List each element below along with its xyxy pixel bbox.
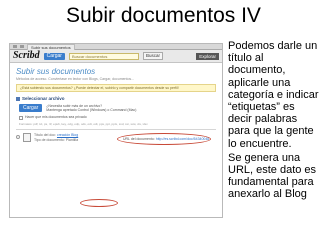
document-url: URL del documento: http://es.scribd.com/… bbox=[117, 133, 211, 145]
document-type-line: Tipo de documento: Plantilla bbox=[34, 138, 78, 143]
section-marker-icon bbox=[16, 97, 20, 101]
slide-paragraph: Podemos darle un título al documento, ap… bbox=[228, 40, 319, 150]
private-checkbox[interactable] bbox=[19, 115, 23, 120]
page-heading: Subir sus documentos bbox=[16, 67, 96, 76]
hint-line: Mantenga apretado Control (Windows) o Co… bbox=[46, 108, 137, 112]
document-meta: Título del doc: creación Blog Tipo de do… bbox=[34, 133, 78, 143]
type-label: Tipo de documento: bbox=[34, 138, 66, 142]
upload-page: Subir sus documentos Métodos de acceso. … bbox=[10, 63, 222, 151]
info-banner: ¿Está subiendo sus documentos? ¿Puede de… bbox=[16, 84, 216, 92]
url-label: URL del documento: bbox=[123, 137, 156, 141]
explore-button[interactable]: Explorar bbox=[196, 52, 219, 60]
document-url-link[interactable]: http://es.scribd.com/doc/54340048 bbox=[156, 137, 210, 141]
cargar-button[interactable]: Cargar bbox=[19, 104, 43, 112]
divider bbox=[16, 129, 216, 130]
upload-hint: ¿Necesita subir más de un archivo? Mante… bbox=[46, 104, 136, 112]
name-highlight-circle bbox=[80, 199, 118, 207]
private-checkbox-label: Hacer que mis documentos sea privado bbox=[25, 115, 87, 119]
site-header: Scribd Cargar Buscar documentos Buscar E… bbox=[10, 50, 222, 63]
document-name-link[interactable]: creación Blog bbox=[57, 133, 78, 137]
document-icon bbox=[23, 133, 31, 142]
slide-body: Podemos darle un título al documento, ap… bbox=[228, 40, 320, 201]
slide-paragraph: Se genera una URL, este dato es fundamen… bbox=[228, 151, 317, 201]
window-control-icon[interactable] bbox=[13, 45, 17, 48]
window-control-icon[interactable] bbox=[20, 45, 24, 48]
browser-tab[interactable]: Subir sus documentos bbox=[27, 44, 75, 50]
select-files-section: Seleccionar archivo bbox=[16, 96, 216, 102]
document-select-radio[interactable] bbox=[16, 135, 20, 139]
scribd-logo[interactable]: Scribd bbox=[13, 51, 40, 61]
title-label: Título del doc: bbox=[34, 133, 56, 137]
scribd-screenshot: Subir sus documentos Scribd Cargar Busca… bbox=[9, 43, 223, 218]
search-input[interactable]: Buscar documentos bbox=[68, 52, 139, 60]
private-option[interactable]: Hacer que mis documentos sea privado bbox=[16, 115, 216, 120]
search-button[interactable]: Buscar bbox=[142, 52, 163, 60]
supported-formats: Formatos: pdf, txt, ps, rtf, epub, key, … bbox=[19, 122, 148, 126]
select-files-label: Seleccionar archivo bbox=[22, 96, 65, 101]
document-type-value: Plantilla bbox=[65, 138, 79, 142]
slide-title: Subir documentos IV bbox=[66, 4, 261, 27]
header-upload-button[interactable]: Cargar bbox=[43, 52, 65, 60]
uploaded-document-row: Título del doc: creación Blog Tipo de do… bbox=[16, 133, 216, 151]
upload-row: Cargar ¿Necesita subir más de un archivo… bbox=[16, 104, 216, 112]
page-subheading: Métodos de acceso. Conviertase en lector… bbox=[16, 77, 135, 81]
